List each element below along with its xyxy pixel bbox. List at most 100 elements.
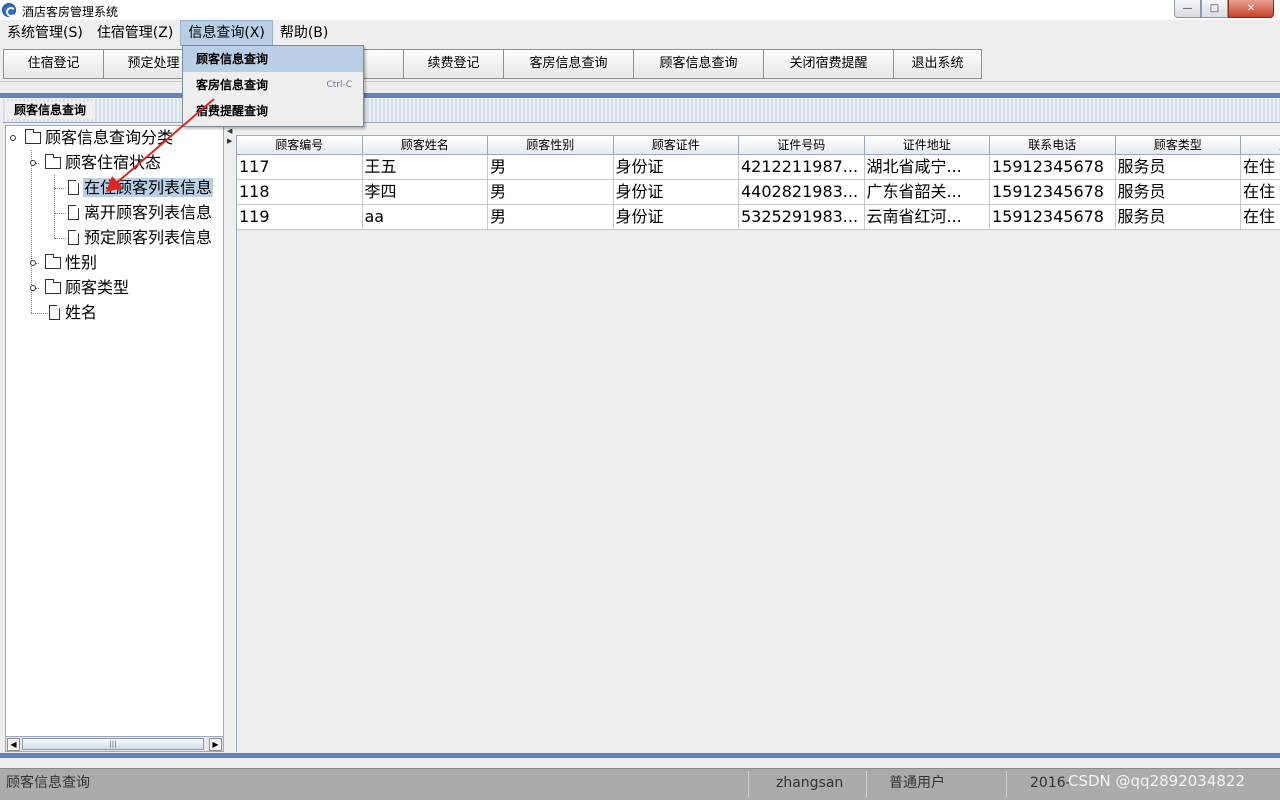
exit-button[interactable]: 退出系统 — [893, 49, 982, 79]
table-cell: 身份证 — [613, 180, 739, 205]
guest-table: 顾客编号 顾客姓名 顾客性别 顾客证件 证件号码 证件地址 联系电话 顾客类型 … — [236, 135, 1280, 752]
app-icon — [2, 3, 16, 17]
table-row[interactable]: 117 王五 男 身份证 4212211987... 湖北省咸宁... 1591… — [237, 155, 1280, 180]
menu-stay[interactable]: 住宿管理(Z) — [90, 20, 181, 46]
status-role: 普通用户 — [889, 775, 945, 791]
tree-node-label: 顾客类型 — [65, 278, 130, 297]
table-cell: 4212211987... — [739, 155, 865, 180]
column-header[interactable]: 顾客状态 — [1241, 136, 1280, 155]
table-cell: 在住 — [1241, 180, 1280, 205]
column-header[interactable]: 顾客编号 — [237, 136, 363, 155]
dropdown-shortcut: Ctrl-C — [326, 80, 352, 90]
scroll-right-icon[interactable]: ▶ — [209, 738, 222, 751]
folder-icon — [45, 154, 61, 169]
collapse-left-icon[interactable]: ◀ — [227, 127, 232, 135]
table-header: 顾客编号 顾客姓名 顾客性别 顾客证件 证件号码 证件地址 联系电话 顾客类型 … — [237, 136, 1280, 155]
menu-query[interactable]: 信息查询(X) — [180, 20, 273, 46]
table-cell: 广东省韶关... — [864, 180, 990, 205]
tree-horizontal-scrollbar[interactable]: ◀ ||| ▶ — [5, 736, 224, 752]
table-cell: 4402821983... — [739, 180, 865, 205]
tree-line — [54, 238, 66, 239]
table-cell: 15912345678 — [990, 155, 1116, 180]
table-row[interactable]: 119 aa 男 身份证 5325291983... 云南省红河... 1591… — [237, 205, 1280, 230]
scroll-thumb[interactable]: ||| — [22, 738, 204, 750]
dropdown-item-fee-reminder[interactable]: 宿费提醒查询 — [183, 98, 363, 124]
maximize-button[interactable]: □ — [1201, 0, 1228, 18]
checkin-button[interactable]: 住宿登记 — [3, 49, 104, 79]
table-cell: aa — [362, 205, 488, 230]
menu-system[interactable]: 系统管理(S) — [0, 20, 90, 46]
tree-toggle[interactable] — [30, 260, 36, 266]
status-separator — [1006, 771, 1007, 797]
table-cell: 男 — [488, 155, 614, 180]
tree-node-guest-type[interactable]: 顾客类型 — [45, 276, 130, 300]
table-cell: 15912345678 — [990, 180, 1116, 205]
table-cell: 117 — [237, 155, 363, 180]
tree-node-left-guests[interactable]: 离开顾客列表信息 — [68, 201, 213, 225]
column-header[interactable]: 顾客证件 — [613, 136, 739, 155]
split-pane-divider[interactable]: ◀ ▶ — [225, 125, 235, 752]
window-title: 酒店客房管理系统 — [22, 5, 119, 19]
close-reminder-button[interactable]: 关闭宿费提醒 — [763, 49, 894, 79]
category-tree: 顾客信息查询分类 顾客住宿状态 在住顾客列表信息 离开顾客列表信息 预定顾客列表… — [5, 125, 224, 752]
tree-toggle[interactable] — [10, 135, 16, 141]
tree-line — [54, 175, 55, 238]
guest-query-button[interactable]: 顾客信息查询 — [633, 49, 764, 79]
table-cell: 15912345678 — [990, 205, 1116, 230]
window-controls: — □ ✕ — [1174, 0, 1274, 18]
watermark: CSDN @qq2892034822 — [1068, 772, 1246, 790]
table-cell: 118 — [237, 180, 363, 205]
table-cell: 服务员 — [1115, 180, 1241, 205]
column-header[interactable]: 顾客性别 — [488, 136, 614, 155]
tree-line — [54, 213, 66, 214]
tree-toggle[interactable] — [30, 285, 36, 291]
column-header[interactable]: 联系电话 — [990, 136, 1116, 155]
column-header[interactable]: 顾客姓名 — [362, 136, 488, 155]
column-header[interactable]: 证件地址 — [864, 136, 990, 155]
folder-icon — [45, 279, 61, 294]
room-query-button[interactable]: 客房信息查询 — [503, 49, 634, 79]
minimize-button[interactable]: — — [1174, 0, 1201, 18]
table-cell: 119 — [237, 205, 363, 230]
tree-node-current-guests[interactable]: 在住顾客列表信息 — [68, 176, 214, 200]
scroll-left-icon[interactable]: ◀ — [7, 738, 20, 751]
status-datetime: 2016- — [1030, 775, 1070, 791]
tree-node-stay-status[interactable]: 顾客住宿状态 — [45, 151, 162, 175]
dropdown-item-guest-query[interactable]: 顾客信息查询 — [183, 46, 363, 72]
table-cell: 王五 — [362, 155, 488, 180]
tree-node-gender[interactable]: 性别 — [45, 251, 98, 275]
title-bar: 酒店客房管理系统 — □ ✕ — [0, 0, 1280, 20]
dropdown-item-label: 客房信息查询 — [196, 78, 269, 92]
table-cell: 5325291983... — [739, 205, 865, 230]
folder-icon — [45, 254, 61, 269]
table-cell: 服务员 — [1115, 155, 1241, 180]
menu-bar: 系统管理(S) 住宿管理(Z) 信息查询(X) 帮助(B) — [0, 20, 1280, 46]
table-cell: 在住 — [1241, 155, 1280, 180]
tree-node-label: 预定顾客列表信息 — [84, 228, 213, 247]
expand-right-icon[interactable]: ▶ — [227, 137, 232, 145]
dropdown-item-room-query[interactable]: 客房信息查询 Ctrl-C — [183, 72, 363, 98]
file-icon — [68, 180, 79, 195]
tree-node-reserved-guests[interactable]: 预定顾客列表信息 — [68, 226, 213, 250]
close-button[interactable]: ✕ — [1228, 0, 1274, 18]
table-row[interactable]: 118 李四 男 身份证 4402821983... 广东省韶关... 1591… — [237, 180, 1280, 205]
table-cell: 在住 — [1241, 205, 1280, 230]
desktop-band-bottom — [0, 753, 1280, 758]
internal-frame-title: 顾客信息查询 — [6, 102, 95, 119]
tree-line — [31, 313, 48, 314]
table-cell: 服务员 — [1115, 205, 1241, 230]
status-user: zhangsan — [776, 775, 844, 791]
tree-toggle[interactable] — [30, 160, 36, 166]
tree-node-label: 性别 — [65, 253, 98, 272]
tree-node-name[interactable]: 姓名 — [49, 301, 98, 325]
renewal-button[interactable]: 续费登记 — [403, 49, 504, 79]
menu-help[interactable]: 帮助(B) — [273, 20, 336, 46]
tree-node-label: 顾客住宿状态 — [65, 153, 162, 172]
tree-node-label: 在住顾客列表信息 — [83, 178, 214, 197]
tree-node-root[interactable]: 顾客信息查询分类 — [25, 126, 174, 150]
status-separator — [866, 771, 867, 797]
query-menu-dropdown: 顾客信息查询 客房信息查询 Ctrl-C 宿费提醒查询 — [182, 45, 364, 127]
table-cell: 身份证 — [613, 205, 739, 230]
column-header[interactable]: 顾客类型 — [1115, 136, 1241, 155]
column-header[interactable]: 证件号码 — [739, 136, 865, 155]
